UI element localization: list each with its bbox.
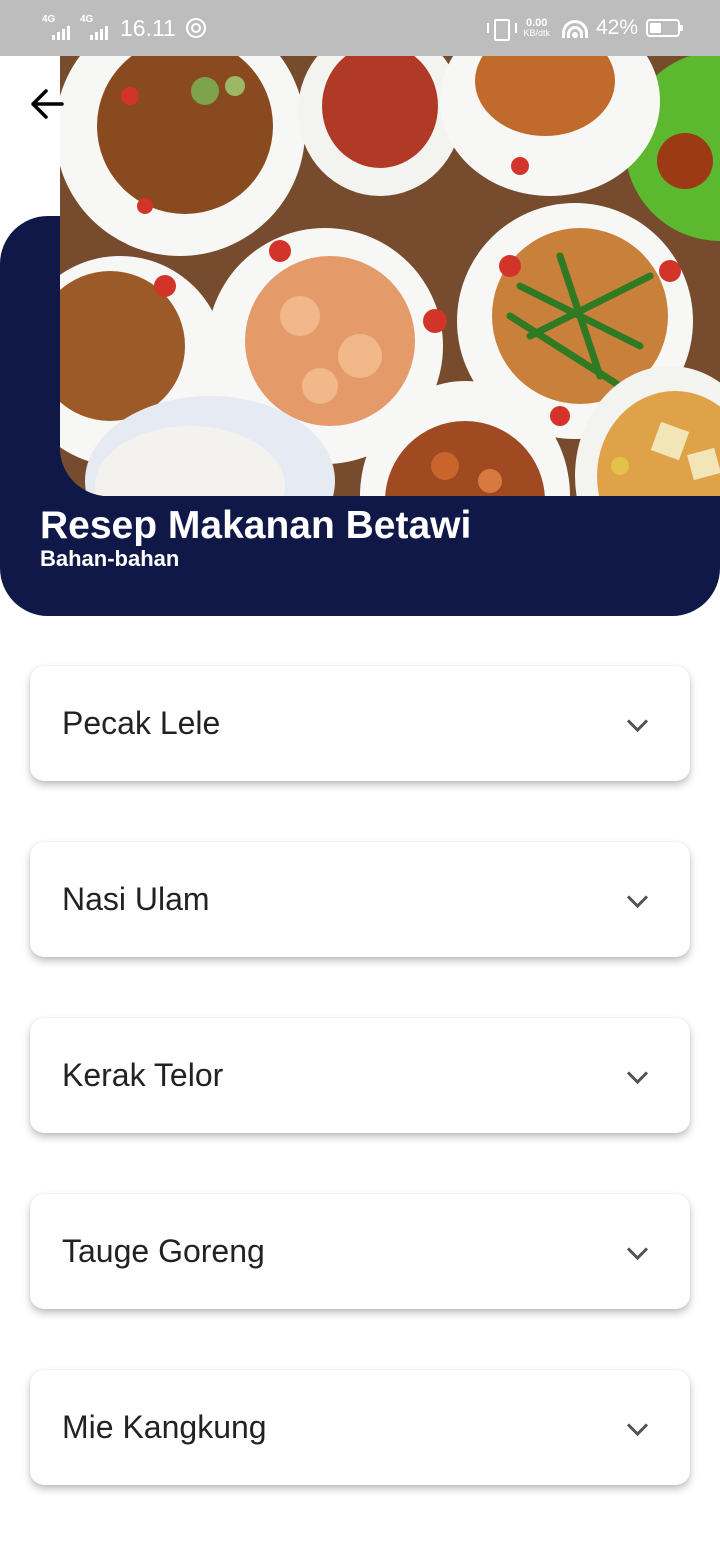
recipe-card-tauge-goreng[interactable]: Tauge Goreng (30, 1194, 690, 1309)
recipe-name: Kerak Telor (62, 1057, 224, 1093)
chevron-down-icon[interactable] (626, 1065, 648, 1087)
recipe-card-mie-kangkung[interactable]: Mie Kangkung (30, 1370, 690, 1485)
page-title: Resep Makanan Betawi (40, 504, 472, 547)
recipe-card-nasi-ulam[interactable]: Nasi Ulam (30, 842, 690, 957)
vibrate-icon (487, 17, 518, 41)
recipe-card-kerak-telor[interactable]: Kerak Telor (30, 1018, 690, 1133)
recipe-list: Pecak Lele Nasi Ulam Kerak Telor Tauge G… (30, 666, 690, 1544)
chevron-down-icon[interactable] (626, 1241, 648, 1263)
recipe-card-pecak-lele[interactable]: Pecak Lele (30, 666, 690, 781)
arrow-left-icon (31, 89, 64, 119)
food-platter-illustration (60, 56, 720, 496)
signal-icon: 4G (80, 14, 108, 40)
network-type-label: 4G (80, 14, 94, 25)
recipe-name: Tauge Goreng (62, 1233, 265, 1269)
network-type-label: 4G (42, 14, 56, 25)
network-speed: 0.00 KB/dtk (523, 17, 550, 39)
battery-icon (646, 19, 683, 37)
chevron-down-icon[interactable] (626, 713, 648, 735)
battery-percent: 42% (595, 16, 638, 39)
chevron-down-icon[interactable] (626, 889, 648, 911)
recipe-name: Pecak Lele (62, 705, 221, 741)
food-hero-image (60, 56, 720, 496)
recipe-name: Nasi Ulam (62, 881, 210, 917)
back-button[interactable] (28, 84, 68, 124)
page-subtitle: Bahan-bahan (40, 546, 180, 571)
status-bar: 4G 4G 16.11 0.00 KB/dtk 42% (0, 0, 720, 56)
whatsapp-icon (185, 18, 206, 38)
recipe-name: Mie Kangkung (62, 1409, 267, 1445)
wifi-icon (561, 18, 588, 38)
signal-icon: 4G (42, 14, 70, 40)
chevron-down-icon[interactable] (626, 1417, 648, 1439)
clock: 16.11 (120, 14, 176, 41)
